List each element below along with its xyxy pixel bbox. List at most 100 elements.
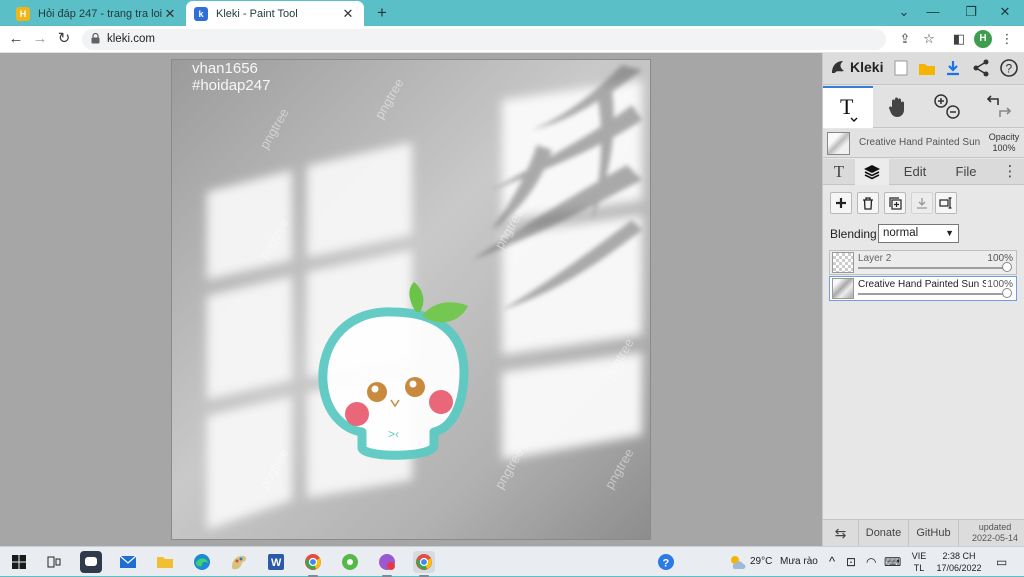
back-button[interactable]: ←: [6, 29, 26, 49]
zalo-app-icon[interactable]: [80, 551, 102, 573]
brush-opacity[interactable]: Opacity 100%: [985, 132, 1023, 154]
close-icon[interactable]: ✕: [162, 6, 178, 22]
rename-layer-button[interactable]: [935, 192, 957, 214]
chrome-app-icon[interactable]: [302, 551, 324, 577]
forward-button[interactable]: →: [30, 29, 50, 49]
opacity-value: 100%: [992, 143, 1016, 153]
undo-redo-buttons[interactable]: [973, 86, 1023, 128]
windows-start-icon[interactable]: [8, 551, 30, 573]
bookmark-star-icon[interactable]: ☆: [920, 30, 938, 48]
svg-text:?: ?: [663, 558, 670, 570]
layer-opacity-slider[interactable]: [858, 293, 1008, 295]
layer-item[interactable]: Layer 2 100%: [829, 250, 1017, 275]
side-panel-icon[interactable]: ◧: [950, 30, 968, 48]
duplicate-layer-button[interactable]: [884, 192, 906, 214]
notifications-icon[interactable]: ▭: [996, 547, 1007, 577]
tray-chevron-up-icon[interactable]: ^: [829, 547, 835, 577]
keyboard-icon[interactable]: ⌨: [884, 547, 901, 577]
github-link[interactable]: GitHub: [909, 520, 959, 547]
tab-edit[interactable]: Edit: [893, 159, 937, 185]
blending-row: Blending normal ▼: [830, 224, 1020, 244]
layer-thumbnail: [832, 278, 854, 299]
panel-tabs: T Edit File ⋮: [823, 159, 1024, 185]
duplicate-icon: [888, 196, 902, 210]
weather-temp[interactable]: 29°C: [750, 547, 772, 577]
updated-info[interactable]: updated 2022-05-14: [967, 522, 1023, 544]
share-icon[interactable]: [971, 58, 991, 78]
tab-search-chevron-icon[interactable]: ⌄: [889, 2, 919, 22]
tab-layers[interactable]: [855, 159, 889, 185]
open-folder-icon[interactable]: [917, 58, 937, 78]
slider-knob[interactable]: [1002, 288, 1012, 298]
donate-link[interactable]: Donate: [859, 520, 909, 547]
text-tool-button[interactable]: T: [823, 86, 873, 128]
layer-opacity-slider[interactable]: [858, 267, 1008, 269]
tab-hoidap247[interactable]: H Hỏi đáp 247 - trang tra loi ✕: [8, 1, 186, 26]
chevron-down-icon: ▼: [945, 228, 954, 238]
restore-button[interactable]: ❐: [956, 2, 986, 22]
wifi-icon[interactable]: ◠: [866, 547, 876, 577]
kleki-app: pngtree pngtree pngtree pngtree pngtree …: [0, 53, 1024, 547]
slider-knob[interactable]: [1002, 262, 1012, 272]
tool-selector: T: [823, 86, 1024, 128]
weather-desc[interactable]: Mưa rào: [780, 547, 818, 577]
swap-side-icon[interactable]: ⇆: [823, 520, 859, 547]
mail-app-icon[interactable]: [117, 551, 139, 573]
opacity-label: Opacity: [988, 132, 1020, 142]
task-view-icon[interactable]: [43, 551, 65, 573]
add-layer-button[interactable]: [830, 192, 852, 214]
download-icon[interactable]: [943, 58, 963, 78]
address-bar[interactable]: kleki.com: [82, 29, 886, 50]
zoom-buttons[interactable]: [923, 86, 973, 128]
merge-down-button[interactable]: [911, 192, 933, 214]
updated-label: updated: [978, 522, 1012, 532]
hoidap-favicon-icon: H: [16, 6, 30, 21]
tool-panel: Kleki ? T Creative Hand Painted Sun Opac…: [822, 53, 1024, 547]
language-layout: TL: [913, 563, 925, 573]
weather-icon[interactable]: [726, 551, 748, 573]
kleki-favicon-icon: k: [194, 6, 208, 21]
svg-text:?: ?: [1006, 62, 1013, 76]
language-code: VIE: [911, 551, 927, 561]
face-mouth-text: >‹: [388, 427, 399, 441]
profile-avatar[interactable]: H: [974, 30, 992, 48]
undo-redo-icon: [986, 95, 1012, 117]
paint-app-icon[interactable]: [228, 551, 250, 573]
blending-select[interactable]: normal ▼: [878, 224, 959, 243]
chrome-profile-app-icon[interactable]: [413, 551, 435, 577]
drawing-canvas[interactable]: pngtree pngtree pngtree pngtree pngtree …: [171, 59, 651, 540]
tab-kleki[interactable]: k Kleki - Paint Tool ✕: [186, 1, 364, 26]
tab-title: Kleki - Paint Tool: [216, 7, 298, 20]
input-language[interactable]: VIE TL: [907, 550, 931, 574]
app-name: Kleki: [850, 59, 884, 75]
help-assistant-icon[interactable]: ?: [655, 551, 677, 573]
edge-browser-icon[interactable]: [191, 551, 213, 573]
minimize-button[interactable]: —: [918, 2, 948, 22]
meet-now-icon[interactable]: ⊡: [846, 547, 856, 577]
word-app-icon[interactable]: W: [265, 551, 287, 573]
tab-file[interactable]: File: [943, 159, 989, 185]
tab-text[interactable]: T: [823, 159, 855, 185]
more-options-icon[interactable]: ⋮: [999, 159, 1021, 185]
new-image-icon[interactable]: [891, 58, 911, 78]
menu-kebab-icon[interactable]: ⋮: [998, 30, 1016, 48]
close-window-button[interactable]: ✕: [990, 2, 1020, 22]
new-tab-button[interactable]: +: [372, 3, 392, 23]
hand-tool-button[interactable]: [873, 86, 923, 128]
kleki-logo: Kleki: [829, 58, 883, 76]
layer-item[interactable]: Creative Hand Painted Sun S 100%: [829, 276, 1017, 301]
clock[interactable]: 2:38 CH 17/06/2022: [932, 550, 986, 574]
coccoc-app-icon[interactable]: [339, 551, 361, 573]
brush-name: Creative Hand Painted Sun: [859, 137, 981, 148]
share-page-icon[interactable]: ⇪: [896, 30, 914, 48]
help-icon[interactable]: ?: [999, 58, 1019, 78]
messenger-app-icon[interactable]: [376, 551, 398, 577]
clock-time: 2:38 CH: [942, 551, 976, 561]
reload-button[interactable]: ↻: [54, 29, 74, 49]
close-icon[interactable]: ✕: [340, 6, 356, 22]
brush-preview-row[interactable]: Creative Hand Painted Sun Opacity 100%: [823, 129, 1024, 158]
delete-layer-button[interactable]: [857, 192, 879, 214]
plus-icon: [836, 198, 846, 208]
file-explorer-icon[interactable]: [154, 551, 176, 573]
zoom-in-out-icon: [934, 94, 960, 119]
